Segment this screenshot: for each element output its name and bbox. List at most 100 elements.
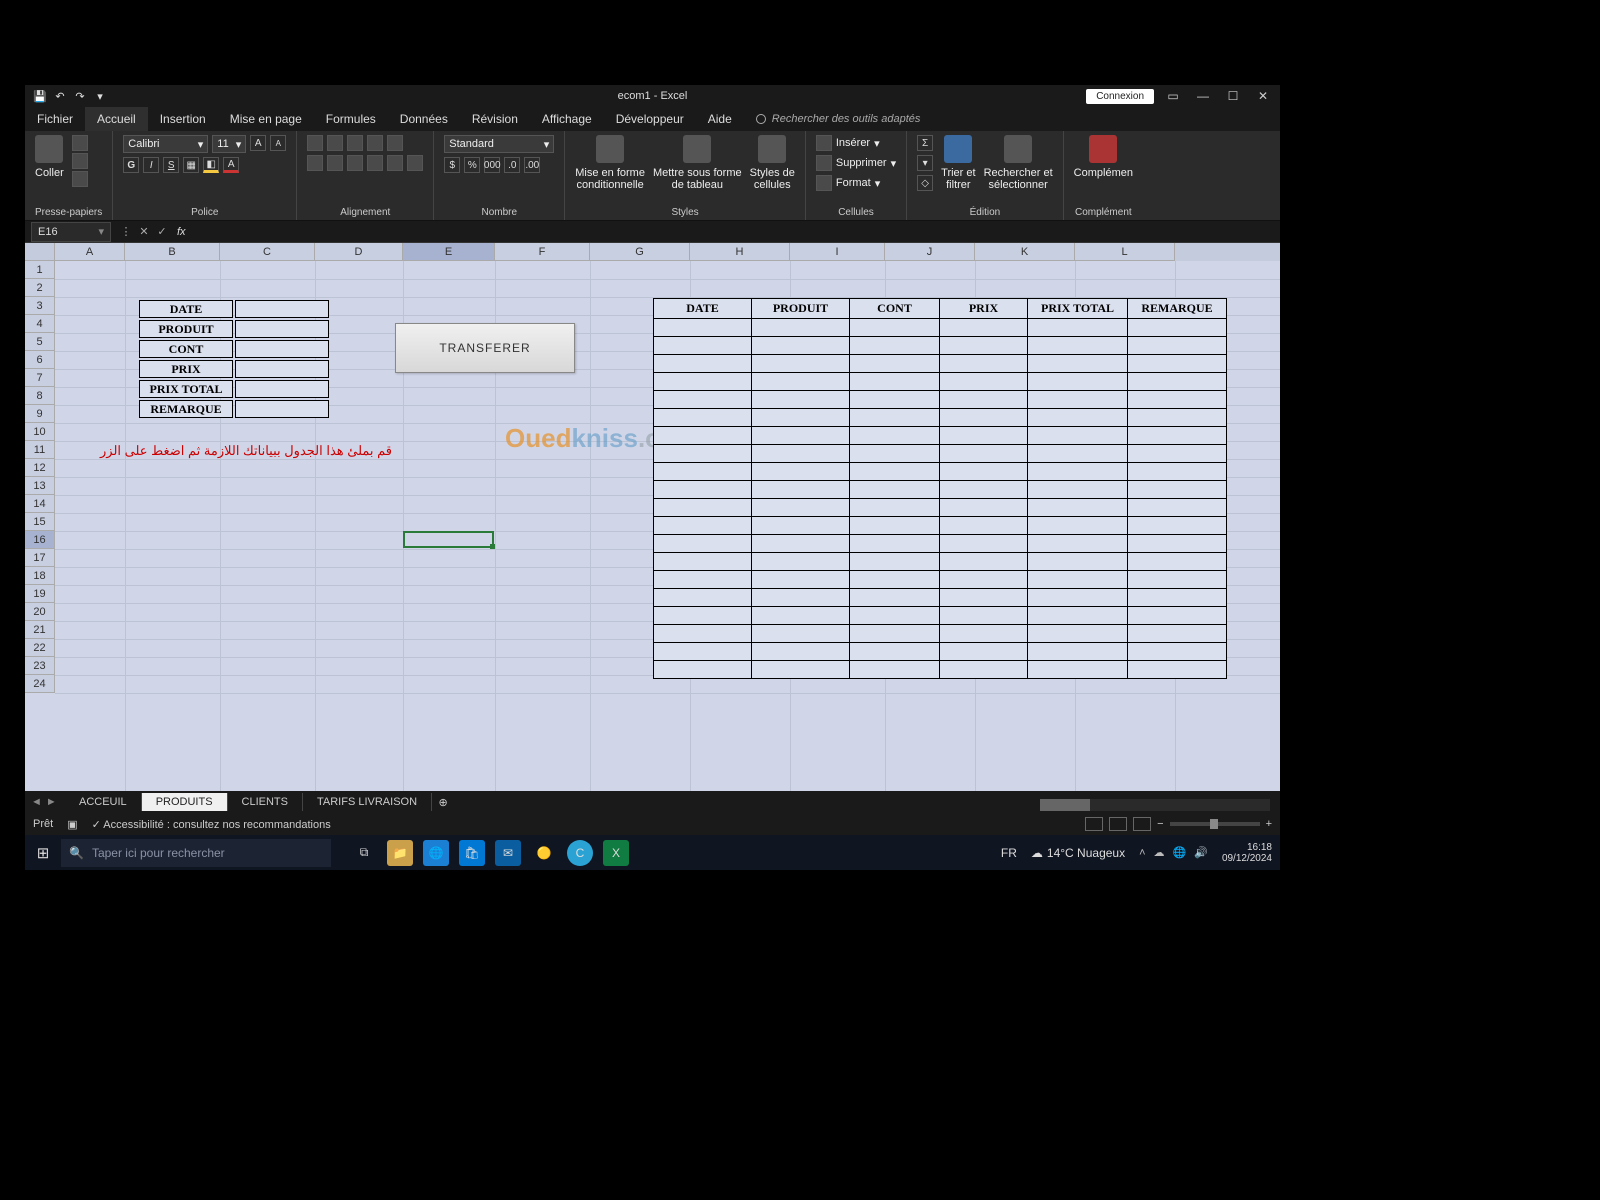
- table-cell[interactable]: [1028, 481, 1128, 499]
- row-header-19[interactable]: 19: [25, 585, 55, 603]
- table-cell[interactable]: [1028, 607, 1128, 625]
- table-cell[interactable]: [940, 643, 1028, 661]
- table-cell[interactable]: [850, 643, 940, 661]
- align-middle-icon[interactable]: [327, 135, 343, 151]
- table-cell[interactable]: [654, 535, 752, 553]
- add-sheet-button[interactable]: ⊕: [432, 796, 454, 809]
- table-cell[interactable]: [1128, 661, 1227, 679]
- row-header-1[interactable]: 1: [25, 261, 55, 279]
- tab-données[interactable]: Données: [388, 107, 460, 131]
- fill-icon[interactable]: ▾: [917, 155, 933, 171]
- table-cell[interactable]: [1128, 427, 1227, 445]
- page-layout-view-button[interactable]: [1109, 817, 1127, 831]
- chrome-icon[interactable]: 🟡: [531, 840, 557, 866]
- tab-fichier[interactable]: Fichier: [25, 107, 85, 131]
- input-value-cell[interactable]: [235, 400, 329, 418]
- table-cell[interactable]: [850, 337, 940, 355]
- table-cell[interactable]: [940, 445, 1028, 463]
- weather-widget[interactable]: ☁14°C Nuageux: [1031, 846, 1125, 860]
- select-all-corner[interactable]: [25, 243, 55, 261]
- language-indicator[interactable]: FR: [1001, 846, 1017, 860]
- table-cell[interactable]: [850, 463, 940, 481]
- table-cell[interactable]: [752, 319, 850, 337]
- table-cell[interactable]: [940, 661, 1028, 679]
- table-cell[interactable]: [752, 661, 850, 679]
- transfer-button[interactable]: TRANSFERER: [395, 323, 575, 373]
- table-cell[interactable]: [752, 355, 850, 373]
- font-size-select[interactable]: 11▾: [212, 135, 246, 153]
- minimize-button[interactable]: —: [1192, 89, 1214, 103]
- table-cell[interactable]: [1028, 373, 1128, 391]
- signin-button[interactable]: Connexion: [1086, 89, 1154, 104]
- row-header-16[interactable]: 16: [25, 531, 55, 549]
- table-cell[interactable]: [940, 319, 1028, 337]
- table-cell[interactable]: [850, 355, 940, 373]
- column-header-D[interactable]: D: [315, 243, 403, 261]
- table-cell[interactable]: [752, 625, 850, 643]
- table-cell[interactable]: [1028, 625, 1128, 643]
- macro-record-icon[interactable]: ▣: [67, 818, 77, 831]
- addins-button[interactable]: Complémen: [1074, 135, 1133, 179]
- percent-format-icon[interactable]: %: [464, 157, 480, 173]
- font-color-button[interactable]: A: [223, 157, 239, 173]
- sheet-nav-prev-icon[interactable]: ◄: [31, 796, 42, 808]
- decrease-decimal-icon[interactable]: .00: [524, 157, 540, 173]
- input-value-cell[interactable]: [235, 360, 329, 378]
- row-header-23[interactable]: 23: [25, 657, 55, 675]
- onedrive-icon[interactable]: ☁: [1154, 846, 1165, 859]
- table-cell[interactable]: [654, 643, 752, 661]
- table-cell[interactable]: [940, 427, 1028, 445]
- table-cell[interactable]: [940, 607, 1028, 625]
- align-right-icon[interactable]: [347, 155, 363, 171]
- sheet-tab-produits[interactable]: PRODUITS: [142, 793, 228, 811]
- table-cell[interactable]: [940, 373, 1028, 391]
- table-cell[interactable]: [1028, 463, 1128, 481]
- row-header-10[interactable]: 10: [25, 423, 55, 441]
- table-cell[interactable]: [940, 535, 1028, 553]
- tab-affichage[interactable]: Affichage: [530, 107, 604, 131]
- scrollbar-thumb[interactable]: [1040, 799, 1090, 811]
- border-button[interactable]: ▦: [183, 157, 199, 173]
- table-cell[interactable]: [850, 517, 940, 535]
- table-cell[interactable]: [850, 571, 940, 589]
- table-cell[interactable]: [940, 463, 1028, 481]
- tell-me-search[interactable]: Rechercher des outils adaptés: [756, 107, 921, 131]
- redo-icon[interactable]: ↷: [73, 90, 87, 103]
- table-cell[interactable]: [850, 373, 940, 391]
- zoom-out-button[interactable]: −: [1157, 818, 1163, 830]
- align-bottom-icon[interactable]: [347, 135, 363, 151]
- row-header-15[interactable]: 15: [25, 513, 55, 531]
- edge-icon[interactable]: 🌐: [423, 840, 449, 866]
- table-cell[interactable]: [1028, 355, 1128, 373]
- row-header-11[interactable]: 11: [25, 441, 55, 459]
- table-cell[interactable]: [1128, 463, 1227, 481]
- tab-formules[interactable]: Formules: [314, 107, 388, 131]
- delete-cells-button[interactable]: Supprimer ▾: [816, 155, 896, 171]
- app-c-icon[interactable]: C: [567, 840, 593, 866]
- column-header-K[interactable]: K: [975, 243, 1075, 261]
- task-view-icon[interactable]: ⧉: [351, 840, 377, 866]
- row-header-18[interactable]: 18: [25, 567, 55, 585]
- paste-button[interactable]: Coller: [35, 135, 64, 179]
- table-cell[interactable]: [940, 553, 1028, 571]
- input-value-cell[interactable]: [235, 380, 329, 398]
- column-header-L[interactable]: L: [1075, 243, 1175, 261]
- table-cell[interactable]: [654, 607, 752, 625]
- tab-développeur[interactable]: Développeur: [604, 107, 696, 131]
- table-cell[interactable]: [1128, 625, 1227, 643]
- number-format-select[interactable]: Standard▾: [444, 135, 554, 153]
- page-break-view-button[interactable]: [1133, 817, 1151, 831]
- table-cell[interactable]: [1028, 499, 1128, 517]
- row-header-24[interactable]: 24: [25, 675, 55, 693]
- row-header-6[interactable]: 6: [25, 351, 55, 369]
- close-button[interactable]: ✕: [1252, 89, 1274, 103]
- table-cell[interactable]: [654, 481, 752, 499]
- worksheet-area[interactable]: ABCDEFGHIJKL 123456789101112131415161718…: [25, 243, 1280, 791]
- tab-révision[interactable]: Révision: [460, 107, 530, 131]
- clear-icon[interactable]: ◇: [917, 175, 933, 191]
- insert-cells-button[interactable]: Insérer ▾: [816, 135, 896, 151]
- format-as-table-button[interactable]: Mettre sous forme de tableau: [653, 135, 742, 191]
- row-header-3[interactable]: 3: [25, 297, 55, 315]
- column-header-F[interactable]: F: [495, 243, 590, 261]
- formula-menu-icon[interactable]: ⋮: [117, 225, 135, 238]
